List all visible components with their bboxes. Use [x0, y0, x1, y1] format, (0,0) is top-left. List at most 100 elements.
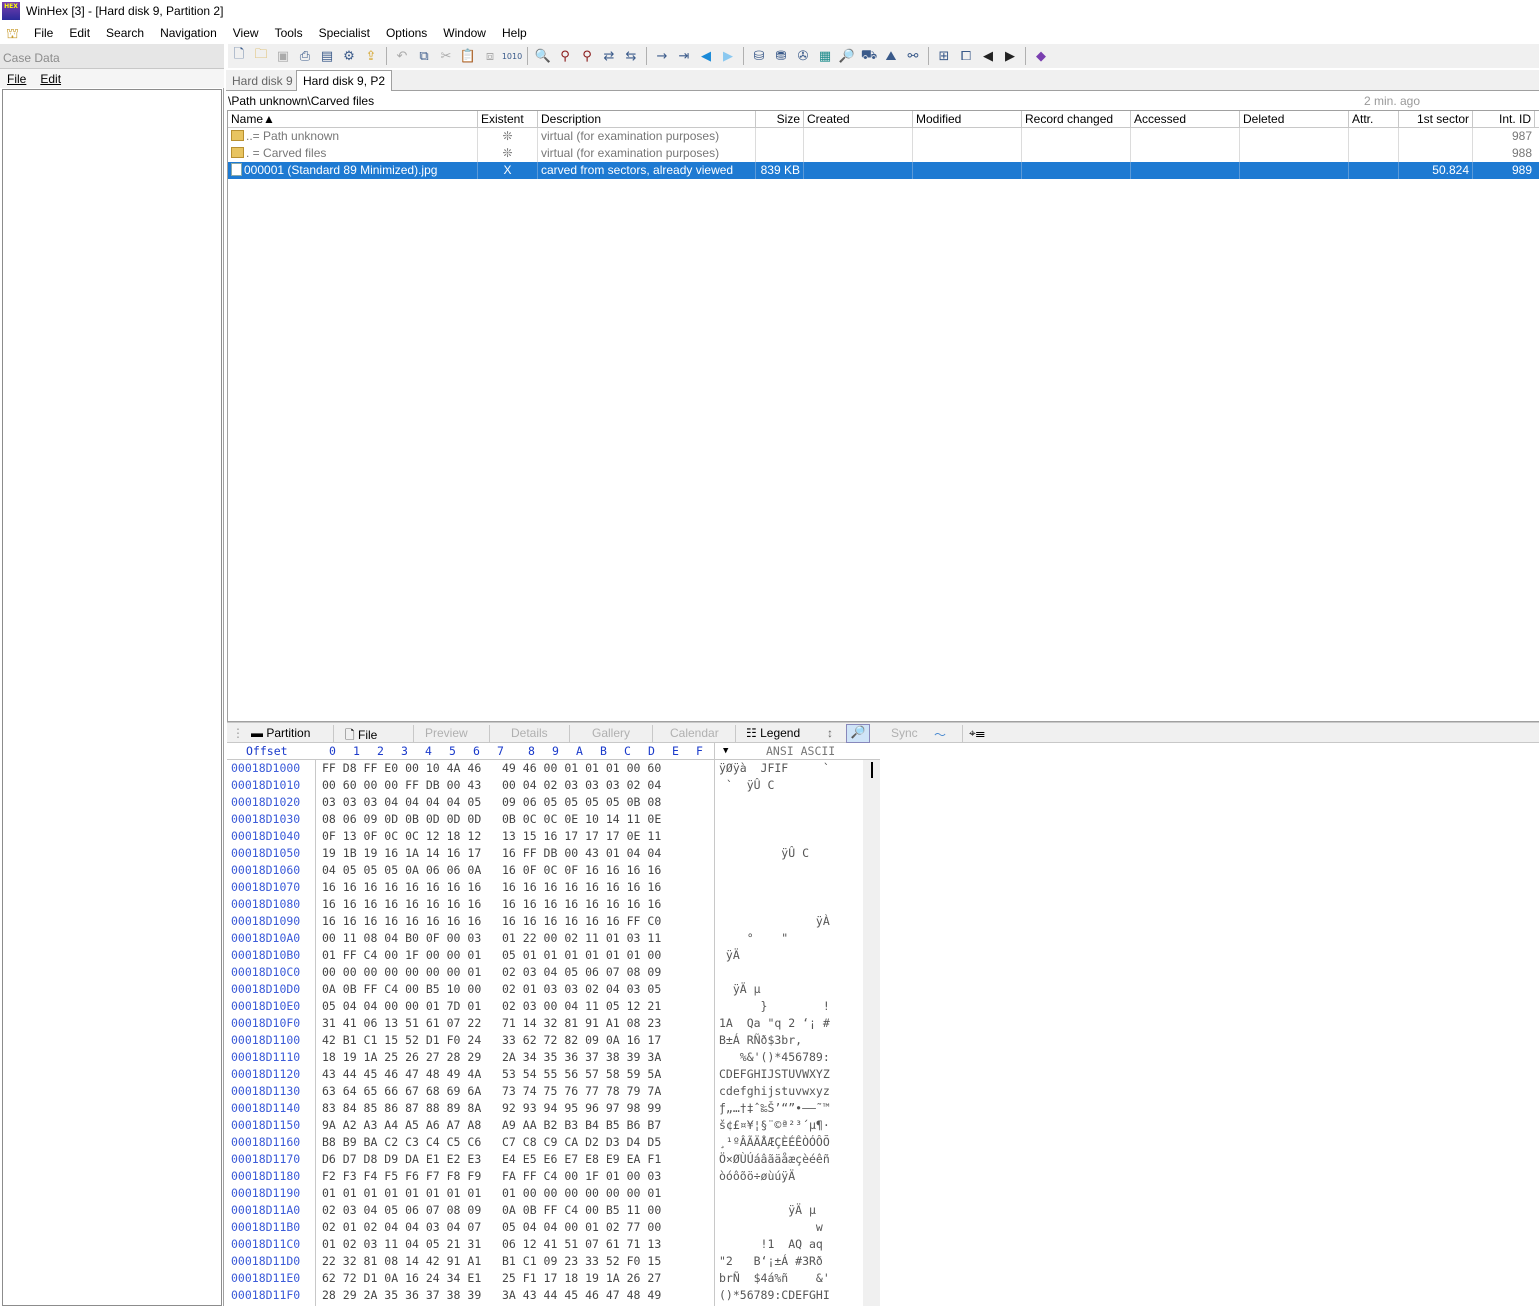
print-icon[interactable]: ⎙ — [294, 46, 316, 66]
hex-bytes[interactable]: 16 16 16 16 16 16 16 16 16 16 16 16 16 1… — [322, 913, 661, 930]
forward-icon[interactable]: ▶ — [717, 46, 739, 66]
ansi-text[interactable]: ÿÄ µ — [719, 981, 830, 998]
ansi-text[interactable]: ÿÄ — [719, 947, 830, 964]
export-icon[interactable]: ⇪ — [360, 46, 382, 66]
sync-button[interactable]: Sync — [891, 726, 918, 742]
hex-bytes[interactable]: 01 01 01 01 01 01 01 01 01 00 00 00 00 0… — [322, 1185, 661, 1202]
col-modified[interactable]: Modified — [913, 111, 1022, 128]
replace-text-icon[interactable]: ⇄ — [598, 46, 620, 66]
ansi-text[interactable]: ƒ„…†‡ˆ‰Š’“”•–—˜™ — [719, 1100, 830, 1117]
goto-sector-icon[interactable]: ⇥ — [673, 46, 695, 66]
tile-icon[interactable]: ⊞ — [933, 46, 955, 66]
hex-bytes[interactable]: 00 11 08 04 B0 0F 00 03 01 22 00 02 11 0… — [322, 930, 661, 947]
hex-bytes[interactable]: 43 44 45 46 47 48 49 4A 53 54 55 56 57 5… — [322, 1066, 661, 1083]
hex-bytes[interactable]: 05 04 04 00 00 01 7D 01 02 03 00 04 11 0… — [322, 998, 661, 1015]
hex-bytes[interactable]: FF D8 FF E0 00 10 4A 46 49 46 00 01 01 0… — [322, 760, 661, 777]
vertical-scrollbar[interactable] — [863, 760, 880, 1306]
menu-navigation[interactable]: Navigation — [152, 26, 225, 40]
file-row[interactable]: . = Carved files ❊ virtual (for examinat… — [228, 145, 1539, 162]
hex-bytes[interactable]: 01 02 03 11 04 05 21 31 06 12 41 51 07 6… — [322, 1236, 661, 1253]
open-disk-icon[interactable]: ⛁ — [748, 46, 770, 66]
menu-file[interactable]: File — [26, 26, 61, 40]
zoom-icon[interactable]: 🔎 — [836, 46, 858, 66]
hex-bytes[interactable]: 42 B1 C1 15 52 D1 F0 24 33 62 72 82 09 0… — [322, 1032, 661, 1049]
goto-offset-icon[interactable]: → — [651, 46, 673, 66]
col-description[interactable]: Description — [538, 111, 756, 128]
paste-icon[interactable]: 📋 — [457, 46, 479, 66]
ansi-text[interactable]: w — [719, 1219, 830, 1236]
col-created[interactable]: Created — [804, 111, 913, 128]
hex-bytes[interactable]: 63 64 65 66 67 68 69 6A 73 74 75 76 77 7… — [322, 1083, 661, 1100]
menu-edit[interactable]: Edit — [61, 26, 98, 40]
tab-details[interactable]: Details — [511, 726, 548, 742]
analysis-icon[interactable]: ⛟ — [858, 46, 880, 66]
ansi-text[interactable]: !1 AQ aq — [719, 1236, 830, 1253]
ansi-text[interactable]: ()*56789:CDEFGHI — [719, 1287, 830, 1304]
ansi-text[interactable]: "2 B‘¡±Á #3Rð — [719, 1253, 830, 1270]
copy-icon[interactable]: ⧉ — [413, 46, 435, 66]
ansi-text[interactable]: ÿØÿà JFIF ` — [719, 760, 830, 777]
hex-bytes[interactable]: 83 84 85 86 87 88 89 8A 92 93 94 95 96 9… — [322, 1100, 661, 1117]
col-size[interactable]: Size — [756, 111, 804, 128]
hex-bytes[interactable]: 9A A2 A3 A4 A5 A6 A7 A8 A9 AA B2 B3 B4 B… — [322, 1117, 661, 1134]
hex-bytes[interactable]: 18 19 1A 25 26 27 28 29 2A 34 35 36 37 3… — [322, 1049, 661, 1066]
ansi-text[interactable]: brÑ $4á%ñ &' — [719, 1270, 830, 1287]
hex-bytes[interactable]: 16 16 16 16 16 16 16 16 16 16 16 16 16 1… — [322, 879, 661, 896]
col-record-changed[interactable]: Record changed — [1022, 111, 1131, 128]
tab-legend[interactable]: ☷ Legend — [746, 726, 800, 742]
hex-bytes[interactable]: F2 F3 F4 F5 F6 F7 F8 F9 FA FF C4 00 1F 0… — [322, 1168, 661, 1185]
clone-disk-icon[interactable]: ⛃ — [770, 46, 792, 66]
hex-bytes[interactable]: 03 03 03 04 04 04 04 05 09 06 05 05 05 0… — [322, 794, 661, 811]
menu-tools[interactable]: Tools — [267, 26, 311, 40]
hex-bytes[interactable]: D6 D7 D8 D9 DA E1 E2 E3 E4 E5 E6 E7 E8 E… — [322, 1151, 661, 1168]
hex-bytes[interactable]: 0A 0B FF C4 00 B5 10 00 02 01 03 03 02 0… — [322, 981, 661, 998]
cascade-icon[interactable]: ⧠ — [955, 46, 977, 66]
ansi-text[interactable]: òóôõö÷øùúÿÄ — [719, 1168, 830, 1185]
ansi-text[interactable]: } ! — [719, 998, 830, 1015]
new-file-icon[interactable]: 🗋 — [228, 46, 250, 66]
hex-bytes[interactable]: 00 60 00 00 FF DB 00 43 00 04 02 03 03 0… — [322, 777, 661, 794]
ansi-text[interactable]: ¸¹ºÂÃÄÅÆÇÈÉÊÒÓÔÕ — [719, 1134, 830, 1151]
ansi-text[interactable]: 1A Qa "q 2 ‘¡ # — [719, 1015, 830, 1032]
hex-editor[interactable]: Offset 0123456789ABCDEF ▼ ANSI ASCII 000… — [227, 743, 880, 1306]
ansi-text[interactable]: ° " — [719, 930, 830, 947]
case-tree-icon[interactable]: ⛫ — [6, 25, 24, 41]
col-existent[interactable]: Existent — [478, 111, 538, 128]
find-text-icon[interactable]: 🔍 — [532, 46, 554, 66]
back-icon[interactable]: ◀ — [695, 46, 717, 66]
menu-search[interactable]: Search — [98, 26, 152, 40]
prev-window-icon[interactable]: ◀ — [977, 46, 999, 66]
hex-bytes[interactable]: 62 72 D1 0A 16 24 34 E1 25 F1 17 18 19 1… — [322, 1270, 661, 1287]
settings-icon[interactable]: ⚙ — [338, 46, 360, 66]
hex-bytes[interactable]: 08 06 09 0D 0B 0D 0D 0D 0B 0C 0C 0E 10 1… — [322, 811, 661, 828]
binary-icon[interactable]: 1010 — [501, 46, 523, 66]
hex-bytes[interactable]: 0F 13 0F 0C 0C 12 18 12 13 15 16 17 17 1… — [322, 828, 661, 845]
ansi-text[interactable]: B±Á RÑð$3br, — [719, 1032, 830, 1049]
picture-icon[interactable]: ⛰ — [880, 46, 902, 66]
hex-bytes[interactable]: 31 41 06 13 51 61 07 22 71 14 32 81 91 A… — [322, 1015, 661, 1032]
hex-bytes[interactable]: 02 03 04 05 06 07 08 09 0A 0B FF C4 00 B… — [322, 1202, 661, 1219]
grip-icon[interactable]: ⋮ — [232, 726, 244, 742]
menu-help[interactable]: Help — [494, 26, 535, 40]
case-tree-view[interactable] — [2, 89, 222, 1306]
tab-partition[interactable]: ▬ Partition — [251, 726, 310, 742]
hex-bytes[interactable]: 01 FF C4 00 1F 00 00 01 05 01 01 01 01 0… — [322, 947, 661, 964]
col-attr[interactable]: Attr. — [1349, 111, 1399, 128]
hex-bytes[interactable]: 02 01 02 04 04 03 04 07 05 04 04 00 01 0… — [322, 1219, 661, 1236]
ansi-text[interactable]: %&'()*456789: — [719, 1049, 830, 1066]
open-folder-icon[interactable]: 🗀 — [250, 46, 272, 66]
menu-specialist[interactable]: Specialist — [311, 26, 378, 40]
tab-file[interactable]: 🗋 File — [345, 726, 377, 742]
hex-bytes[interactable]: 19 1B 19 16 1A 14 16 17 16 FF DB 00 43 0… — [322, 845, 661, 862]
tab-hard-disk-9-p2[interactable]: Hard disk 9, P2 — [296, 70, 393, 91]
network-icon[interactable]: ⚯ — [902, 46, 924, 66]
properties-icon[interactable]: ▤ — [316, 46, 338, 66]
menu-view[interactable]: View — [225, 26, 267, 40]
find-in-view-icon[interactable]: 🔎 — [846, 724, 870, 743]
case-menu-file[interactable]: File — [0, 72, 33, 86]
menu-window[interactable]: Window — [435, 26, 494, 40]
col-accessed[interactable]: Accessed — [1131, 111, 1240, 128]
hex-bytes[interactable]: B8 B9 BA C2 C3 C4 C5 C6 C7 C8 C9 CA D2 D… — [322, 1134, 661, 1151]
resize-vertical-icon[interactable]: ↕ — [827, 726, 833, 742]
file-row[interactable]: ..= Path unknown ❊ virtual (for examinat… — [228, 128, 1539, 145]
